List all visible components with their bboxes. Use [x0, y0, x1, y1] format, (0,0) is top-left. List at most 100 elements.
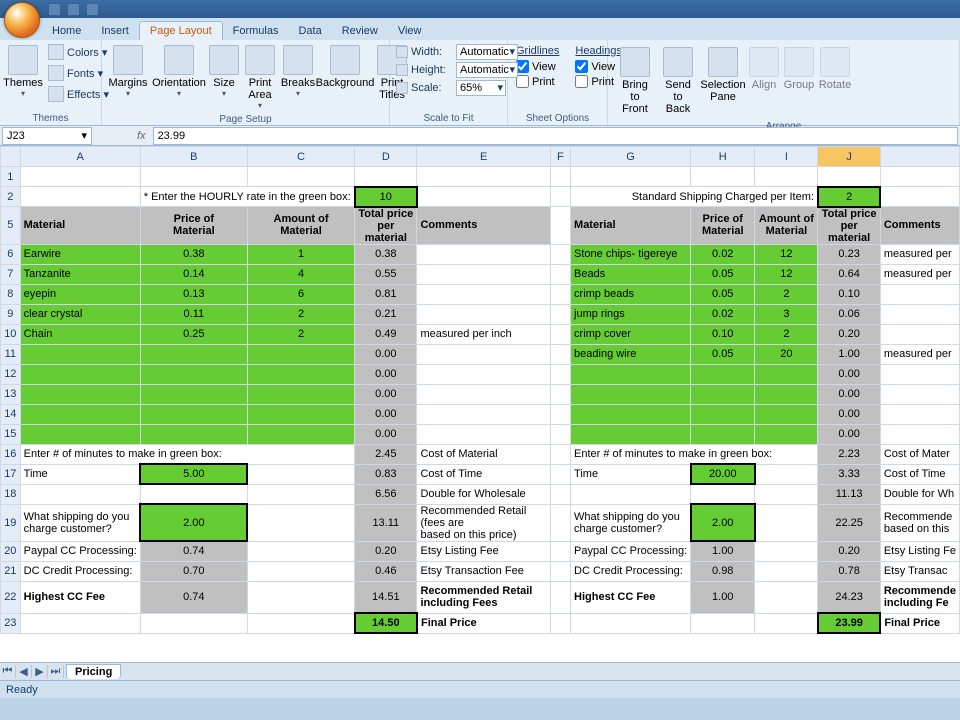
gridlines-print-checkbox[interactable]: Print	[516, 75, 559, 88]
tab-nav-last[interactable]: ⏭	[48, 665, 64, 678]
cell[interactable]: 0.14	[140, 264, 247, 284]
cell[interactable]	[755, 364, 818, 384]
cell[interactable]: measured per	[880, 264, 959, 284]
cell[interactable]: 0.83	[355, 464, 417, 484]
cell[interactable]: 11.13	[818, 484, 880, 504]
row-header[interactable]: 23	[1, 613, 21, 633]
cell[interactable]: crimp beads	[571, 284, 691, 304]
cell[interactable]: crimp cover	[571, 324, 691, 344]
cell[interactable]: Double for Wh	[880, 484, 959, 504]
cell[interactable]	[880, 424, 959, 444]
cell[interactable]	[550, 444, 570, 464]
col-B[interactable]: B	[140, 147, 247, 167]
row-header[interactable]: 11	[1, 344, 21, 364]
cell[interactable]: 0.46	[355, 561, 417, 581]
cell[interactable]	[880, 284, 959, 304]
cell[interactable]: measured per inch	[417, 324, 550, 344]
bring-front-button[interactable]: Bring to Front	[614, 44, 656, 118]
cell[interactable]: Recommended Retail including Fees	[417, 581, 550, 613]
cell[interactable]: Etsy Listing Fe	[880, 541, 959, 561]
cell[interactable]: 0.78	[818, 561, 880, 581]
cell[interactable]: Standard Shipping Charged per Item:	[571, 187, 818, 207]
cell[interactable]: 2.23	[818, 444, 880, 464]
cell[interactable]: 0.20	[818, 324, 880, 344]
row-header[interactable]: 17	[1, 464, 21, 484]
cell[interactable]: 0.81	[355, 284, 417, 304]
cell[interactable]: 24.23	[818, 581, 880, 613]
cell[interactable]: 10	[355, 187, 417, 207]
cell[interactable]	[247, 464, 354, 484]
cell[interactable]	[247, 561, 354, 581]
cell[interactable]	[550, 187, 570, 207]
cell[interactable]	[20, 424, 140, 444]
tab-nav-first[interactable]: ⏮	[0, 665, 16, 678]
cell[interactable]: 1.00	[691, 541, 755, 561]
cell[interactable]	[20, 613, 140, 633]
cell[interactable]: 0.23	[818, 244, 880, 264]
cell[interactable]: 2	[818, 187, 880, 207]
cell[interactable]: 0.10	[818, 284, 880, 304]
print-area-button[interactable]: Print Area▾	[242, 42, 278, 113]
col-D[interactable]: D	[355, 147, 417, 167]
cell[interactable]	[880, 304, 959, 324]
cell[interactable]: * Enter the HOURLY rate in the green box…	[140, 187, 354, 207]
cell[interactable]: 5.00	[140, 464, 247, 484]
cell[interactable]	[140, 404, 247, 424]
cell[interactable]: Cost of Mater	[880, 444, 959, 464]
cell[interactable]: eyepin	[20, 284, 140, 304]
cell[interactable]: measured per	[880, 344, 959, 364]
cell[interactable]	[550, 541, 570, 561]
cell[interactable]: Chain	[20, 324, 140, 344]
cell[interactable]: 1.00	[691, 581, 755, 613]
tab-data[interactable]: Data	[288, 22, 331, 40]
background-button[interactable]: Background	[318, 42, 372, 92]
cell[interactable]: Price of Material	[691, 207, 755, 245]
row-header[interactable]: 19	[1, 504, 21, 541]
cell[interactable]	[417, 244, 550, 264]
cell[interactable]	[755, 404, 818, 424]
cell[interactable]: 0.49	[355, 324, 417, 344]
cell[interactable]	[247, 613, 354, 633]
cell[interactable]: Enter # of minutes to make in green box:	[571, 444, 818, 464]
themes-button[interactable]: Themes▾	[4, 42, 42, 101]
cell[interactable]: 3.33	[818, 464, 880, 484]
cell[interactable]	[247, 484, 354, 504]
cell[interactable]	[550, 464, 570, 484]
row-header[interactable]: 7	[1, 264, 21, 284]
cell[interactable]: 0.05	[691, 284, 755, 304]
cell[interactable]	[140, 384, 247, 404]
cell[interactable]: 0.00	[818, 404, 880, 424]
selection-pane-button[interactable]: Selection Pane	[700, 44, 746, 106]
cell[interactable]	[247, 404, 354, 424]
cell[interactable]	[691, 404, 755, 424]
cell[interactable]: 2	[247, 304, 354, 324]
qat-redo-icon[interactable]	[86, 3, 99, 16]
cell[interactable]: 12	[755, 244, 818, 264]
cell[interactable]: Comments	[880, 207, 959, 245]
row-header[interactable]: 10	[1, 324, 21, 344]
tab-insert[interactable]: Insert	[91, 22, 139, 40]
cell[interactable]: 0.11	[140, 304, 247, 324]
cell[interactable]: Earwire	[20, 244, 140, 264]
cell[interactable]	[571, 424, 691, 444]
cell[interactable]: Etsy Listing Fee	[417, 541, 550, 561]
cell[interactable]	[355, 167, 417, 187]
cell[interactable]	[550, 324, 570, 344]
cell[interactable]: 20.00	[691, 464, 755, 484]
cell[interactable]: 0.02	[691, 244, 755, 264]
cell[interactable]: 2.45	[355, 444, 417, 464]
cell[interactable]	[20, 484, 140, 504]
cell[interactable]: 0.20	[355, 541, 417, 561]
cell[interactable]: 0.10	[691, 324, 755, 344]
cell[interactable]: beading wire	[571, 344, 691, 364]
cell[interactable]	[755, 613, 818, 633]
cell[interactable]	[550, 344, 570, 364]
row-header[interactable]: 5	[1, 207, 21, 245]
cell[interactable]	[691, 424, 755, 444]
cell[interactable]: Paypal CC Processing:	[20, 541, 140, 561]
row-header[interactable]: 18	[1, 484, 21, 504]
cell[interactable]: Material	[20, 207, 140, 245]
cell[interactable]: Paypal CC Processing:	[571, 541, 691, 561]
cell[interactable]: 0.25	[140, 324, 247, 344]
cell[interactable]	[20, 344, 140, 364]
